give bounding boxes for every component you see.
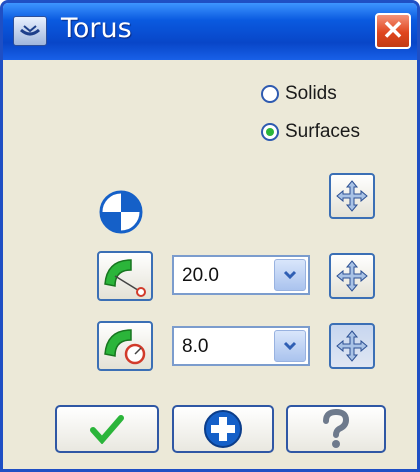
move-icon [336, 180, 368, 212]
solids-radio[interactable]: Solids [261, 83, 337, 105]
ok-button[interactable] [55, 405, 159, 453]
radio-selected-dot [266, 128, 274, 136]
apply-button[interactable] [172, 405, 274, 453]
minor-radius-combo[interactable]: 8.0 [172, 326, 310, 366]
title-bar[interactable]: Torus ✕ [3, 3, 417, 60]
chevron-down-icon [283, 270, 297, 280]
minor-radius-button[interactable] [97, 321, 153, 371]
major-radius-button[interactable] [97, 251, 153, 301]
surfaces-radio-label: Surfaces [285, 121, 360, 142]
close-icon: ✕ [382, 15, 404, 45]
solids-radio-label: Solids [285, 83, 337, 104]
checkmark-icon [90, 415, 124, 444]
chevron-down-icon [283, 341, 297, 351]
torus-dialog: Torus ✕ Solids Surfaces 20.0 8.0 [0, 0, 420, 472]
minor-radius-icon [104, 329, 146, 365]
center-point-button[interactable] [97, 188, 145, 236]
solids-radio-circle[interactable] [261, 85, 279, 103]
minor-radius-value[interactable]: 8.0 [182, 336, 208, 358]
center-point-icon [99, 190, 143, 234]
surfaces-radio[interactable]: Surfaces [261, 121, 360, 143]
surfaces-radio-circle[interactable] [261, 123, 279, 141]
plus-icon [204, 410, 242, 448]
center-move-button[interactable] [329, 173, 375, 219]
minor-radius-move-button[interactable] [329, 323, 375, 369]
torus-app-icon[interactable] [13, 16, 47, 46]
move-icon [336, 260, 368, 292]
window-title: Torus [61, 13, 132, 44]
major-radius-combo[interactable]: 20.0 [172, 255, 310, 295]
dialog-body: Solids Surfaces 20.0 8.0 [17, 73, 403, 453]
major-radius-value[interactable]: 20.0 [182, 265, 219, 287]
major-radius-icon [104, 259, 146, 297]
question-mark-icon [323, 409, 350, 448]
help-button[interactable] [286, 405, 386, 453]
move-icon [336, 330, 368, 362]
major-radius-dropdown[interactable] [274, 259, 306, 291]
major-radius-move-button[interactable] [329, 253, 375, 299]
close-button[interactable]: ✕ [375, 13, 411, 49]
minor-radius-dropdown[interactable] [274, 330, 306, 362]
